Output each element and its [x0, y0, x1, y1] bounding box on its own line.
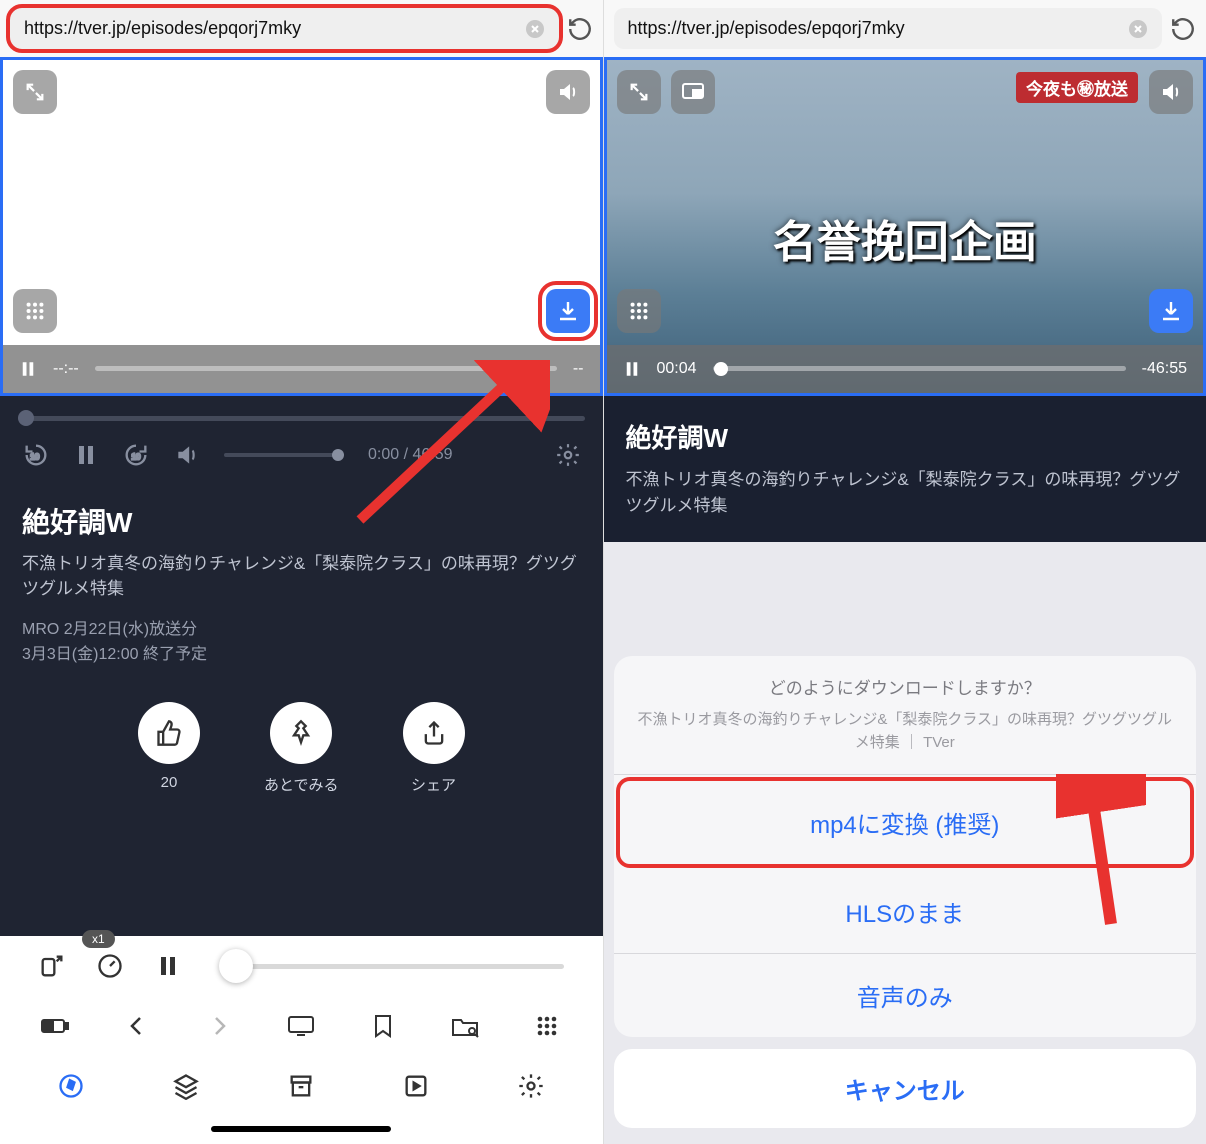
grid-icon[interactable] [531, 1010, 563, 1042]
volume-icon[interactable] [1149, 70, 1193, 114]
volume-slider[interactable] [224, 453, 344, 457]
fullscreen-icon[interactable] [617, 70, 661, 114]
seek-track[interactable] [713, 366, 1126, 371]
pin-icon [270, 702, 332, 764]
option-audio-only[interactable]: 音声のみ [614, 954, 1197, 1037]
watch-later-action[interactable]: あとでみる [264, 702, 339, 795]
reload-icon[interactable] [1170, 16, 1196, 42]
time-current: --:-- [53, 360, 79, 378]
cancel-button[interactable]: キャンセル [614, 1049, 1197, 1128]
like-count: 20 [161, 774, 178, 791]
left-screenshot: https://tver.jp/episodes/epqorj7mky [0, 0, 603, 1144]
share-icon [403, 702, 465, 764]
volume-icon[interactable] [546, 70, 590, 114]
clear-url-icon[interactable] [1128, 19, 1148, 39]
home-indicator [211, 1126, 391, 1132]
grid-menu-icon[interactable] [13, 289, 57, 333]
expiry-info: 3月3日(金)12:00 終了予定 [22, 643, 581, 668]
episode-subtitle: 不漁トリオ真冬の海釣りチャレンジ&「梨泰院クラス」の味再現？グツグツグルメ特集 [0, 551, 603, 602]
time-current: 00:04 [657, 360, 697, 378]
broadcast-info: MRO 2月22日(水)放送分 [22, 618, 581, 643]
time-remaining: -- [573, 360, 584, 378]
battery-icon[interactable] [39, 1010, 71, 1042]
pip-icon[interactable] [671, 70, 715, 114]
watch-later-label: あとでみる [264, 774, 339, 795]
bottom-toolbar: x1 [0, 936, 603, 1144]
settings-gear-icon[interactable] [555, 442, 581, 468]
page-content: 絶好調W 不漁トリオ真冬の海釣りチャレンジ&「梨泰院クラス」の味再現？グツグツグ… [604, 396, 1206, 542]
share-action[interactable]: シェア [403, 702, 465, 795]
thumbs-up-icon [138, 702, 200, 764]
address-bar-row: https://tver.jp/episodes/epqorj7mky [0, 0, 603, 57]
settings-gear-icon[interactable] [515, 1070, 547, 1102]
player-progress-bar[interactable]: 00:04 -46:55 [607, 345, 1204, 393]
compass-icon[interactable] [55, 1070, 87, 1102]
arrow-annotation [1056, 774, 1146, 934]
episode-subtitle: 不漁トリオ真冬の海釣りチャレンジ&「梨泰院クラス」の味再現？グツグツグルメ特集 [626, 467, 1185, 520]
pause-icon[interactable] [152, 950, 184, 982]
brightness-slider[interactable] [224, 964, 564, 969]
rewind-10-icon[interactable]: 10 [22, 441, 50, 469]
like-action[interactable]: 20 [138, 702, 200, 795]
reload-icon[interactable] [567, 16, 593, 42]
fullscreen-icon[interactable] [13, 70, 57, 114]
video-overlay-title: 名誉挽回企画 [607, 206, 1204, 270]
video-player[interactable]: --:-- -- [0, 57, 603, 396]
pause-icon[interactable] [19, 360, 37, 378]
grid-menu-icon[interactable] [617, 289, 661, 333]
forward-icon[interactable] [203, 1010, 235, 1042]
rotate-icon[interactable] [36, 950, 68, 982]
address-bar-row: https://tver.jp/episodes/epqorj7mky [604, 0, 1206, 57]
clear-url-icon[interactable] [525, 19, 545, 39]
arrow-annotation [340, 360, 550, 540]
forward-10-icon[interactable]: 10 [122, 441, 150, 469]
speed-badge: x1 [82, 930, 115, 948]
time-remaining: -46:55 [1142, 360, 1187, 378]
url-text: https://tver.jp/episodes/epqorj7mky [24, 18, 301, 39]
video-player[interactable]: 今夜も㊙放送 名誉挽回企画 00:04 -46:55 [604, 57, 1206, 396]
episode-title: 絶好調W [626, 418, 1185, 455]
svg-text:10: 10 [131, 453, 141, 462]
share-label: シェア [411, 774, 456, 795]
display-icon[interactable] [285, 1010, 317, 1042]
action-sheet-backdrop[interactable]: どのようにダウンロードしますか？ 不漁トリオ真冬の海釣りチャレンジ&「梨泰院クラ… [604, 542, 1206, 1144]
download-button[interactable] [546, 289, 590, 333]
url-text: https://tver.jp/episodes/epqorj7mky [628, 18, 905, 39]
url-input[interactable]: https://tver.jp/episodes/epqorj7mky [614, 8, 1163, 49]
video-file-icon[interactable] [400, 1070, 432, 1102]
folder-search-icon[interactable] [449, 1010, 481, 1042]
sheet-question: どのようにダウンロードしますか？ [634, 674, 1177, 699]
url-input[interactable]: https://tver.jp/episodes/epqorj7mky [10, 8, 559, 49]
volume-icon[interactable] [174, 442, 200, 468]
svg-text:10: 10 [30, 453, 40, 462]
archive-icon[interactable] [285, 1070, 317, 1102]
speedometer-icon[interactable] [94, 950, 126, 982]
layers-icon[interactable] [170, 1070, 202, 1102]
download-button[interactable] [1149, 289, 1193, 333]
pause-icon[interactable] [623, 360, 641, 378]
pause-icon[interactable] [74, 443, 98, 467]
right-screenshot: https://tver.jp/episodes/epqorj7mky 今夜も㊙… [603, 0, 1206, 1144]
sheet-description: 不漁トリオ真冬の海釣りチャレンジ&「梨泰院クラス」の味再現？グツグツグルメ特集 … [634, 709, 1177, 754]
back-icon[interactable] [121, 1010, 153, 1042]
bookmark-icon[interactable] [367, 1010, 399, 1042]
live-banner: 今夜も㊙放送 [1016, 72, 1138, 103]
